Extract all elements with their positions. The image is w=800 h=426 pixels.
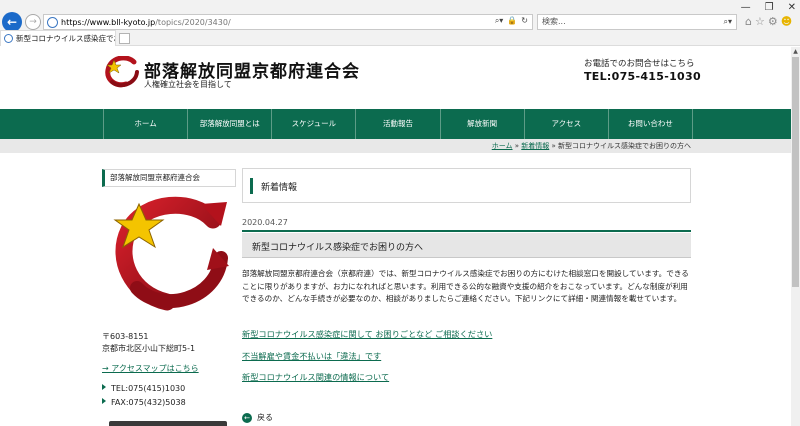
triangle-bullet-icon — [102, 398, 106, 404]
search-placeholder: 検索... — [542, 17, 566, 26]
smiley-feedback-icon[interactable]: ☻ — [781, 14, 792, 30]
sidebar-heading: 部落解放同盟京都府連合会 — [102, 169, 236, 187]
tab-bar: 新型コロナウイルス感染症でお… ✕ — [0, 30, 800, 46]
sidebar-address: 京都市北区小山下総町5-1 — [102, 344, 196, 353]
post-divider — [242, 230, 691, 232]
site-logo-icon[interactable] — [104, 56, 140, 88]
access-map-link[interactable]: → アクセスマップはこちら — [102, 363, 199, 374]
nav-item-access[interactable]: アクセス — [523, 109, 608, 139]
triangle-bullet-icon — [102, 384, 106, 390]
consultation-link[interactable]: 新型コロナウイルス感染症に関して お困りごとなど ご相談ください — [242, 328, 492, 340]
nav-item-home[interactable]: ホーム — [103, 109, 187, 139]
back-link-text[interactable]: 戻る — [257, 412, 273, 423]
post-date: 2020.04.27 — [242, 218, 288, 227]
search-dropdown-icon[interactable]: ⌕▾ — [495, 16, 504, 26]
breadcrumb-separator: » — [512, 142, 522, 150]
sidebar-tel-text[interactable]: TEL:075(415)1030 — [111, 384, 185, 393]
back-arrow-icon: ← — [242, 412, 252, 423]
post-title-box: 新型コロナウイルス感染症でお困りの方へ — [242, 233, 691, 258]
restore-button[interactable]: ❐ — [765, 2, 774, 13]
address-bar-icons: ⌕▾ 🔒 ↻ — [495, 16, 528, 26]
star-icon[interactable]: ☆ — [755, 14, 765, 30]
breadcrumb-bar: ホーム » 新着情報 » 新型コロナウイルス感染症でお困りの方へ — [0, 139, 791, 153]
browser-right-icons: ⌂ ☆ ⚙ ☻ — [745, 14, 792, 30]
refresh-icon[interactable]: ↻ — [521, 16, 528, 26]
home-icon[interactable]: ⌂ — [745, 14, 752, 30]
forward-arrow-icon[interactable]: → — [25, 14, 41, 30]
covid-info-link[interactable]: 新型コロナウイルス関連の情報について — [242, 371, 389, 383]
sidebar-fax-text: FAX:075(432)5038 — [111, 398, 186, 407]
contact-phone[interactable]: TEL:075-415-1030 — [584, 70, 701, 83]
browser-toolbar: — ❐ ✕ ← → https://www.bll-kyoto.jp/topic… — [0, 0, 800, 32]
breadcrumb-separator: » — [549, 142, 558, 150]
page-scrollbar[interactable]: ▲ — [791, 47, 800, 426]
organization-emblem-icon — [113, 196, 229, 311]
tab-title: 新型コロナウイルス感染症でお… — [16, 34, 115, 43]
search-icon[interactable]: ⌕▾ — [724, 15, 733, 29]
nav-item-contact[interactable]: お問い合わせ — [607, 109, 693, 139]
scroll-thumb[interactable] — [792, 57, 799, 287]
illegal-dismissal-link[interactable]: 不当解雇や賃金不払いは「違法」です — [242, 350, 381, 362]
breadcrumb-category[interactable]: 新着情報 — [521, 142, 549, 150]
contact-label: お電話でのお問合せはこちら — [584, 59, 695, 69]
gear-icon[interactable]: ⚙ — [768, 14, 778, 30]
back-link[interactable]: ← 戻る — [242, 412, 273, 423]
window-controls: — ❐ ✕ — [741, 2, 796, 13]
sidebar-dark-banner[interactable] — [109, 421, 227, 426]
site-tagline: 人権確立社会を目指して — [144, 80, 232, 89]
browser-search-input[interactable]: 検索... ⌕▾ — [537, 14, 737, 30]
nav-item-schedule[interactable]: スケジュール — [271, 109, 355, 139]
heading-accent-bar — [250, 178, 253, 194]
back-arrow-icon[interactable]: ← — [2, 12, 22, 32]
address-bar[interactable]: https://www.bll-kyoto.jp/topics/2020/343… — [43, 14, 533, 30]
post-title: 新型コロナウイルス感染症でお困りの方へ — [252, 243, 424, 253]
tab-globe-icon — [4, 34, 13, 43]
breadcrumb-home[interactable]: ホーム — [492, 142, 513, 150]
minimize-button[interactable]: — — [741, 2, 751, 13]
url-path: /topics/2020/3430/ — [155, 17, 231, 27]
url-host: https://www.bll-kyoto.jp — [61, 17, 156, 27]
section-heading-text: 新着情報 — [261, 183, 298, 193]
post-body: 部落解放同盟京都府連合会（京都府連）では、新型コロナウイルス感染症でお困りの方に… — [242, 269, 689, 304]
close-window-button[interactable]: ✕ — [788, 2, 796, 13]
sidebar-tel: TEL:075(415)1030 — [102, 384, 185, 393]
new-tab-button[interactable] — [119, 33, 130, 44]
nav-item-newspaper[interactable]: 解放新聞 — [439, 109, 524, 139]
scroll-up-arrow-icon[interactable]: ▲ — [791, 47, 800, 56]
nav-item-about[interactable]: 部落解放同盟とは — [187, 109, 271, 139]
section-heading: 新着情報 — [242, 168, 691, 203]
page-globe-icon — [47, 16, 58, 28]
breadcrumb-current: 新型コロナウイルス感染症でお困りの方へ — [558, 142, 691, 150]
sidebar-postal-code: 〒603-8151 — [102, 332, 149, 341]
nav-item-reports[interactable]: 活動報告 — [355, 109, 439, 139]
lock-icon[interactable]: 🔒 — [507, 16, 517, 26]
global-nav: ホーム 部落解放同盟とは スケジュール 活動報告 解放新聞 アクセス お問い合わ… — [0, 109, 791, 139]
sidebar-fax: FAX:075(432)5038 — [102, 398, 186, 407]
browser-tab-active[interactable]: 新型コロナウイルス感染症でお… ✕ — [0, 30, 116, 46]
breadcrumb: ホーム » 新着情報 » 新型コロナウイルス感染症でお困りの方へ — [492, 141, 691, 151]
